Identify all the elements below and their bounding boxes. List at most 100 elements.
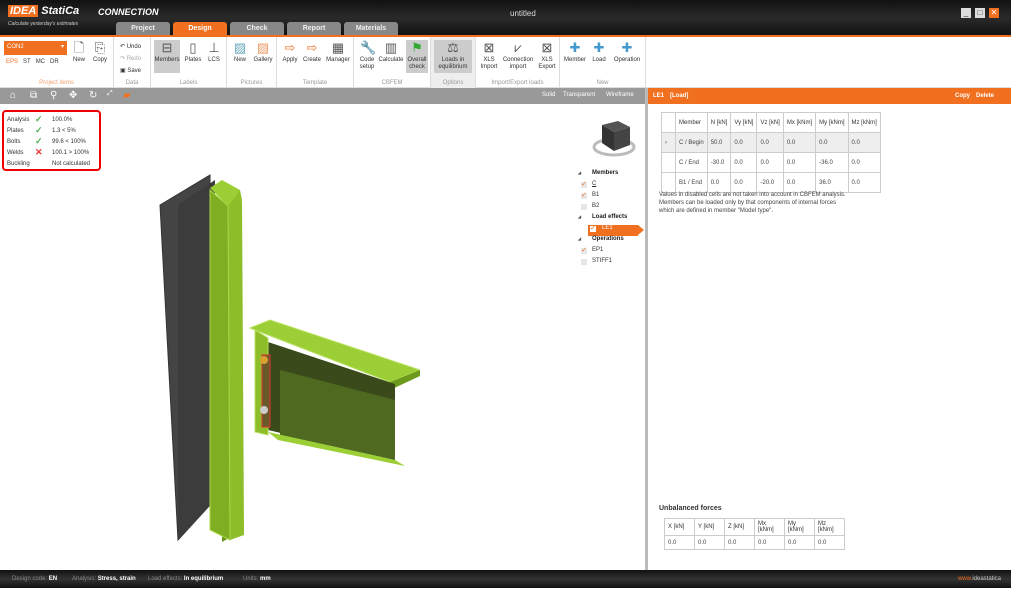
tab-project[interactable]: Project [116,22,170,36]
check-welds: Welds ✕ 100.1 > 100% [7,147,90,157]
tree-item-member-b1[interactable]: ✓ B1 [578,192,638,203]
solid-view[interactable]: Solid [542,92,555,98]
calculate-button[interactable]: ▥ Calculate [378,40,404,64]
plates-label-button[interactable]: ▯ Plates [183,40,203,64]
col-header: Member [675,112,708,133]
create-template-button[interactable]: ⇨ Create [301,40,323,64]
mode-st[interactable]: ST [23,59,31,65]
picture-icon: ▨ [233,40,247,55]
col-header: N [kN] [706,112,732,133]
status-units: Units: mm [243,576,271,582]
checkbox-unchecked [581,204,587,210]
view-cube[interactable] [592,117,636,161]
group-new: ✚ Member ✚ Load ✚ Operation New [560,37,646,88]
check-icon: ✓ [35,136,43,146]
connection-select[interactable]: CON2 [4,41,67,55]
tree-item-member-b2[interactable]: B2 [578,203,638,214]
copy-button[interactable]: Copy [955,93,970,99]
group-label: New [596,80,609,86]
redo-button[interactable]: ↷ Redo [120,55,141,62]
checkbox-checked: ✓ [581,181,587,188]
tree-header-load-effects[interactable]: Load effects [578,214,638,225]
transparent-view[interactable]: Transparent [563,92,595,98]
delete-button[interactable]: Delete [976,93,994,99]
fullscreen-icon[interactable]: ⤢ [107,90,113,98]
checkbox-checked: ✓ [581,192,587,199]
group-label: CBFEM [381,80,403,86]
status-design-code: Design code: EN [12,576,58,582]
mode-dr[interactable]: DR [50,59,59,65]
tagline: Calculate yesterday's estimates [8,21,79,27]
tree-header-operations[interactable]: Operations [578,236,638,247]
mode-eps[interactable]: EPS [6,59,18,65]
panel-splitter[interactable] [645,88,648,570]
tab-design[interactable]: Design [173,22,227,36]
info-note: Values in disabled cells are not taken i… [659,192,846,214]
flag-icon: ⚑ [411,40,423,55]
website-link[interactable]: www.ideastatica [958,576,1001,582]
tree-item-member-c[interactable]: ✓ C [578,181,638,192]
xls-import-button[interactable]: ⊠ XLS Import [478,40,500,71]
tree-item-op-stiff1[interactable]: STIFF1 [578,258,638,269]
3d-connection-model[interactable] [150,170,420,550]
overall-check-button[interactable]: ⚑ Overall check [406,40,428,73]
group-label: Import/Export loads [491,80,544,86]
table-row[interactable]: › C / Begin 50.0 0.0 0.0 0.0 0.0 0.0 [661,132,881,153]
tab-materials[interactable]: Materials [344,22,398,36]
mode-mc[interactable]: MC [36,59,45,65]
save-button[interactable]: ▣ Save [120,67,141,74]
row-selector-icon: › [661,132,676,153]
template-manager-button[interactable]: ▦ Manager [324,40,352,64]
tab-report[interactable]: Report [287,22,341,36]
gallery-button[interactable]: ▨ Gallery [252,40,274,64]
pan-icon[interactable]: ✥ [69,90,77,101]
copy-connection-button[interactable]: ⎘ Copy [90,40,110,64]
checkbox-unchecked [581,259,587,265]
tree-item-load-le1[interactable]: ✓ LE1 [588,225,644,236]
xls-export-button[interactable]: ⊠ XLS Export [536,40,558,71]
check-icon: ✓ [35,114,43,124]
apply-template-button[interactable]: ⇨ Apply [280,40,300,64]
excel-icon: ⊠ [483,40,495,55]
maximize-button[interactable]: □ [975,8,985,18]
loads-in-equilibrium-toggle[interactable]: ⚖ Loads in equilibrium [434,40,472,73]
check-analysis: Analysis ✓ 100.0% [7,114,73,124]
code-setup-button[interactable]: 🔧 Code setup [357,40,377,71]
members-label-button[interactable]: ⊟ Members [154,40,180,73]
status-load-effects: Load effects: In equilibrium [148,576,224,582]
model-tree: Members ✓C ✓B1 B2 Load effects ✓LE1 Oper… [578,170,644,269]
group-import-export: ⊠ XLS Import ⩗ Connection import ⊠ XLS Expo… [476,37,560,88]
table-row[interactable]: B1 / End 0.0 0.0 -20.0 0.0 36.0 0.0 [661,172,881,193]
document-title: untitled [510,9,536,18]
load-table: Member N [kN] Vy [kN] Vz [kN] Mx [kNm] My [kN… [661,112,881,193]
lcs-button[interactable]: ⊥ LCS [205,40,223,64]
group-labels: ⊟ Members ▯ Plates ⊥ LCS Labels [151,37,227,88]
gallery-icon: ▨ [256,40,270,55]
add-member-icon: ✚ [569,40,581,55]
tab-check[interactable]: Check [230,22,284,36]
visibility-icon[interactable]: ▰ [123,90,131,101]
new-load-button[interactable]: ✚ Load [589,40,609,64]
excel-icon: ⊠ [541,40,553,55]
wireframe-view[interactable]: Wireframe [606,92,634,98]
col-header: Mx [kNm] [782,112,817,133]
new-connection-button[interactable]: 🗋 New [70,40,88,64]
rotate-icon[interactable]: ↻ [89,90,97,101]
table-row[interactable]: C / End -30.0 0.0 0.0 0.0 -36.0 0.0 [661,152,881,173]
minimize-button[interactable]: _ [961,8,971,18]
new-member-button[interactable]: ✚ Member [563,40,587,64]
new-picture-button[interactable]: ▨ New [231,40,249,64]
table-row: 0.0 0.0 0.0 0.0 0.0 0.0 [664,535,845,550]
checkbox-checked: ✓ [581,247,587,254]
product-name: CONNECTION [98,7,159,17]
undo-button[interactable]: ↶ Undo [120,43,141,50]
home-icon[interactable]: ⌂ [10,90,16,101]
new-operation-button[interactable]: ✚ Operation [611,40,643,64]
connection-import-button[interactable]: ⩗ Connection import [501,40,535,71]
zoom-window-icon[interactable]: ⧉ [30,90,37,101]
close-button[interactable]: ✕ [989,8,999,18]
zoom-icon[interactable]: ⚲ [50,90,57,101]
tree-item-op-ep1[interactable]: ✓ EP1 [578,247,638,258]
checkbox-checked: ✓ [590,225,596,232]
tree-header-members[interactable]: Members [578,170,638,181]
